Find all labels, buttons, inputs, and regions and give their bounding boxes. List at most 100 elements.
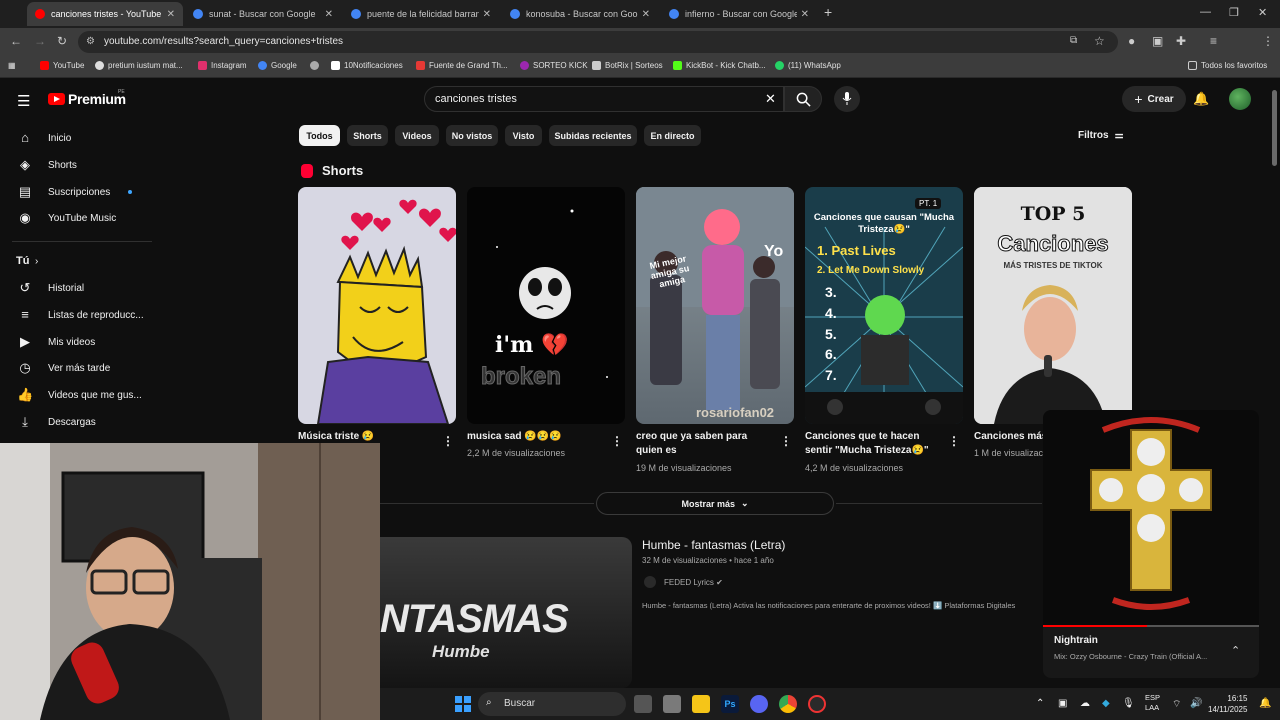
bookmark-kickbot[interactable]: KickBot - Kick Chatb... [673,61,766,70]
notifications-bell-icon[interactable]: 🔔 [1193,91,1209,107]
chip-subidas-recientes[interactable]: Subidas recientes [549,125,637,146]
bookmark-instagram[interactable]: Instagram [198,61,247,70]
sidebar-item-ver-mas-tarde[interactable]: ◷ Ver más tarde [0,355,150,381]
bookmark-star-icon[interactable]: ☆ [1094,34,1105,48]
chip-videos[interactable]: Videos [395,125,439,146]
sidebar-section-tu[interactable]: Tú › [0,248,150,274]
chrome-icon[interactable] [779,695,797,713]
all-favorites[interactable]: Todos los favoritos [1188,61,1267,70]
tray-icon[interactable]: ◆ [1102,698,1110,709]
close-tab-icon[interactable]: ✕ [483,9,491,20]
more-options-icon[interactable]: ⋮ [442,434,454,448]
more-options-icon[interactable]: ⋮ [780,434,792,448]
short-title[interactable]: musica sad 😢😢😢 [467,430,562,444]
minimize-icon[interactable]: — [1200,6,1211,18]
forward-icon[interactable]: → [34,34,46,48]
reload-icon[interactable]: ↻ [57,34,67,48]
chip-visto[interactable]: Visto [505,125,542,146]
discord-icon[interactable] [750,695,768,713]
new-tab-icon[interactable]: + [824,4,832,20]
tray-chevron-icon[interactable]: ⌃ [1036,698,1044,709]
account-avatar[interactable] [1229,88,1251,110]
notifications-icon[interactable]: 🔔 [1259,698,1271,709]
short-thumbnail[interactable]: PT. 1 Canciones que causan "Mucha Triste… [805,187,963,424]
short-thumbnail[interactable]: Yo Mi mejor amiga su amiga rosariofan02 [636,187,794,424]
chip-todos[interactable]: Todos [299,125,340,146]
bookmark-x[interactable]: 10Notificaciones [331,61,403,70]
channel-name[interactable]: FEDED Lyrics ✔ [664,578,723,587]
short-thumbnail[interactable] [298,187,456,424]
miniplayer[interactable]: Nightrain Mix: Ozzy Osbourne - Crazy Tra… [1043,410,1259,678]
chip-en-directo[interactable]: En directo [644,125,701,146]
tab-konosuba[interactable]: konosuba - Buscar con Google ✕ [502,2,658,26]
sidebar-item-historial[interactable]: ↺ Historial [0,275,150,301]
sidebar-item-mis-videos[interactable]: ▶ Mis videos [0,329,150,355]
bookmark-sorteo[interactable]: SORTEO KICK [520,61,588,70]
sidebar-item-descargas[interactable]: ⤓ Descargas [0,409,150,435]
chip-no-vistos[interactable]: No vistos [446,125,498,146]
volume-icon[interactable]: 🔊 [1190,698,1202,709]
search-box[interactable]: canciones tristes ✕ [424,86,784,112]
bookmark-gta[interactable]: Fuente de Grand Th... [416,61,508,70]
close-tab-icon[interactable]: ✕ [167,9,175,20]
sidebar-item-shorts[interactable]: ◈ Shorts [0,152,150,178]
app-icon[interactable] [808,695,826,713]
tab-puente[interactable]: puente de la felicidad barranco ✕ [343,2,499,26]
sidebar-item-videos-gustan[interactable]: 👍 Videos que me gus... [0,382,150,408]
photoshop-icon[interactable]: Ps [721,695,739,713]
chip-shorts[interactable]: Shorts [347,125,388,146]
taskbar-search[interactable]: ⌕ [478,692,626,716]
tray-icon[interactable]: ▣ [1058,698,1067,709]
bookmark-whatsapp[interactable]: (11) WhatsApp [775,61,841,70]
windows-start-icon[interactable] [455,696,471,712]
page-scrollbar[interactable] [1272,90,1277,166]
tab-youtube[interactable]: canciones tristes - YouTube ✕ [27,2,183,26]
youtube-logo-icon[interactable] [48,93,65,105]
clear-search-icon[interactable]: ✕ [765,91,776,107]
sidebar-item-suscripciones[interactable]: ▤ Suscripciones [0,179,150,205]
sidebar-item-listas[interactable]: ≡ Listas de reproducc... [0,302,150,328]
short-title[interactable]: Canciones que te hacen sentir "Mucha Tri… [805,430,945,458]
url-text[interactable]: youtube.com/results?search_query=cancion… [104,36,343,47]
search-input[interactable]: canciones tristes [435,93,517,105]
file-explorer-icon[interactable] [692,695,710,713]
tab-search-icon[interactable]: ≡ [1210,34,1217,48]
extension-icon[interactable]: ● [1128,34,1135,48]
bookmark-youtube[interactable]: YouTube [40,61,84,70]
tab-sunat[interactable]: sunat - Buscar con Google ✕ [185,2,341,26]
sidebar-item-youtube-music[interactable]: ◉ YouTube Music [0,205,150,231]
bookmark-misc[interactable] [310,61,323,70]
hamburger-menu-icon[interactable]: ☰ [17,92,30,110]
bookmark-pretium[interactable]: pretium iustum mat... [95,61,183,70]
task-view-icon[interactable] [634,695,652,713]
extension-icon[interactable]: ▣ [1152,34,1163,48]
wifi-icon[interactable]: ⌔ [1172,698,1181,711]
album-art[interactable] [1043,410,1259,626]
miniplayer-title[interactable]: Nightrain [1054,635,1098,646]
channel-avatar[interactable] [644,576,656,588]
bookmark-botrix[interactable]: BotRix | Sorteos [592,61,663,70]
create-button[interactable]: + Crear [1122,86,1186,112]
close-tab-icon[interactable]: ✕ [325,9,333,20]
short-title[interactable]: Canciones más... [974,430,1044,444]
video-thumbnail[interactable]: NTASMAS Humbe [380,537,632,688]
close-tab-icon[interactable]: ✕ [801,9,809,20]
filters-button[interactable]: Filtros ⚌ [1078,130,1124,141]
tab-infierno[interactable]: infierno - Buscar con Google ✕ [661,2,817,26]
close-tab-icon[interactable]: ✕ [642,9,650,20]
app-icon[interactable] [663,695,681,713]
more-options-icon[interactable]: ⋮ [611,434,623,448]
show-more-button[interactable]: Mostrar más ⌄ [596,492,834,515]
restore-icon[interactable]: ❐ [1229,6,1239,19]
miniplayer-progress[interactable] [1043,625,1259,627]
sidebar-item-inicio[interactable]: ⌂ Inicio [0,125,150,151]
short-title[interactable]: creo que ya saben para quien es [636,430,776,458]
menu-dots-icon[interactable]: ⋮ [1262,34,1274,48]
microphone-icon[interactable]: 🎙 [1122,698,1135,709]
cast-icon[interactable]: ⧉ [1070,35,1077,46]
voice-search-button[interactable] [834,86,860,112]
short-thumbnail[interactable]: i'm 💔 broken [467,187,625,424]
expand-chevron-icon[interactable]: ⌃ [1231,644,1240,657]
close-window-icon[interactable]: ✕ [1258,6,1267,19]
address-bar[interactable]: ⚙ youtube.com/results?search_query=canci… [78,31,1118,53]
